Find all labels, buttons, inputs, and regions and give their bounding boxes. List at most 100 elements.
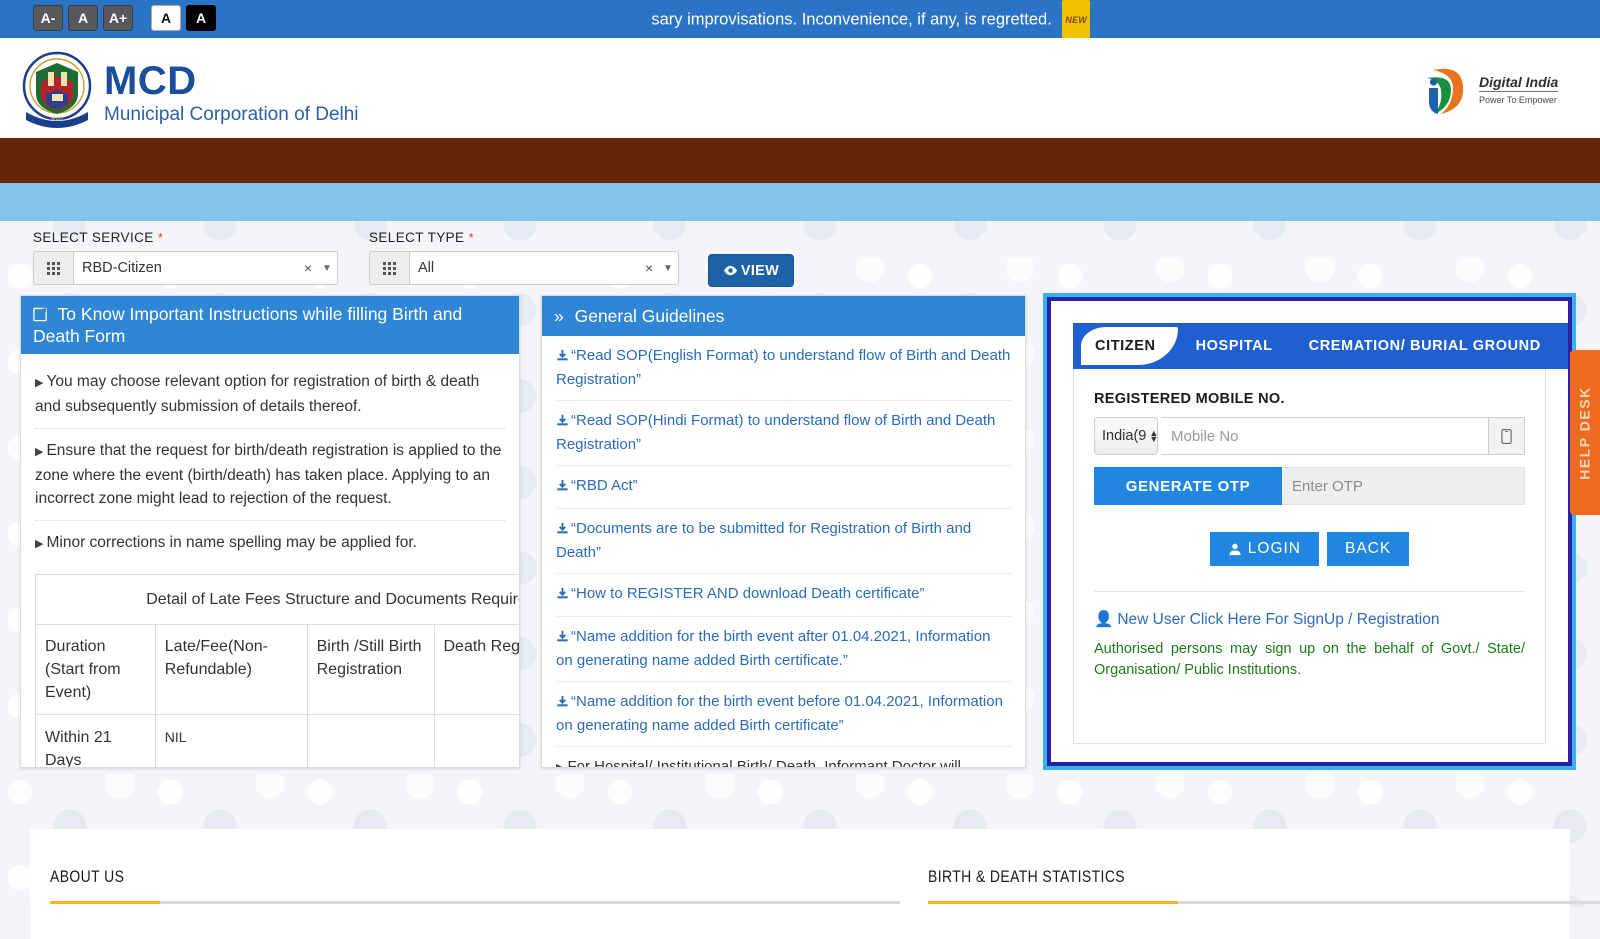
- otp-row: GENERATE OTP Enter OTP: [1094, 467, 1525, 505]
- back-button-label: BACK: [1345, 540, 1392, 557]
- table-header-cell: Duration (Start from Event): [35, 624, 156, 715]
- tab-hospital[interactable]: HOSPITAL: [1178, 323, 1291, 369]
- birth-death-statistics-title: BIRTH & DEATH STATISTICS: [928, 867, 1126, 886]
- mobile-label: REGISTERED MOBILE NO.: [1094, 391, 1285, 407]
- note-icon: [33, 307, 47, 322]
- authorised-note: Authorised persons may sign up on the be…: [1094, 641, 1525, 678]
- select-type-group: SELECT TYPE * All × ▼: [369, 230, 679, 285]
- site-title: MCD: [104, 59, 197, 103]
- login-form: REGISTERED MOBILE NO. India(9 ▲ ▼ Mobile …: [1073, 369, 1546, 744]
- required-asterisk: *: [468, 230, 475, 245]
- guideline-link-item[interactable]: “Name addition for the birth event befor…: [556, 682, 1011, 747]
- download-icon: [556, 412, 569, 434]
- clear-service-icon[interactable]: ×: [299, 252, 317, 284]
- guideline-link-item[interactable]: “How to REGISTER AND download Death cert…: [556, 574, 1011, 617]
- guideline-link-item[interactable]: “Documents are to be submitted for Regis…: [556, 509, 1011, 574]
- instruction-text: You may choose relevant option for regis…: [35, 373, 480, 415]
- select-type-label-text: SELECT TYPE: [369, 230, 465, 245]
- font-decrease-button[interactable]: A-: [33, 5, 63, 31]
- table-row: Within 21 Days NIL: [35, 714, 519, 767]
- grid-icon: [370, 252, 410, 284]
- select-service-label: SELECT SERVICE *: [33, 230, 338, 245]
- clear-type-icon[interactable]: ×: [640, 252, 658, 284]
- guideline-link-text: “Read SOP(English Format) to understand …: [556, 347, 1011, 388]
- instruction-item: ▶ Ensure that the request for birth/death…: [35, 429, 505, 521]
- table-header-cell: Death Registration: [433, 624, 519, 715]
- secondary-bar: [0, 183, 1600, 221]
- table-caption-row: Detail of Late Fees Structure and Docume…: [35, 574, 519, 625]
- table-header-row: Duration (Start from Event) Late/Fee(Non…: [35, 624, 519, 715]
- bullet-caret-icon: ▶: [35, 446, 44, 458]
- guideline-link-item[interactable]: “Read SOP(Hindi Format) to understand fl…: [556, 401, 1011, 466]
- tab-cremation-burial-ground[interactable]: CREMATION/ BURIAL GROUND: [1291, 323, 1559, 369]
- marquee-text: sary improvisations. Inconvenience, if a…: [651, 10, 1052, 29]
- instructions-body: ▶ You may choose relevant option for regi…: [21, 354, 519, 767]
- otp-input[interactable]: Enter OTP: [1282, 467, 1525, 505]
- help-desk-label: HELP DESK: [1577, 385, 1593, 480]
- signup-link-text: New User Click Here For SignUp / Registr…: [1117, 611, 1440, 628]
- required-asterisk: *: [157, 230, 164, 245]
- late-fee-table-caption: Detail of Late Fees Structure and Docume…: [35, 574, 519, 625]
- guideline-link-item[interactable]: “RBD Act”: [556, 466, 1011, 509]
- mcd-emblem-icon: MCD: [18, 50, 96, 128]
- font-size-controls: A- A A+ A A: [33, 5, 216, 31]
- guidelines-heading: General Guidelines: [574, 306, 725, 326]
- instructions-panel-header: To Know Important Instructions while fil…: [21, 296, 519, 354]
- font-increase-button[interactable]: A+: [103, 5, 133, 31]
- select-service-label-text: SELECT SERVICE: [33, 230, 154, 245]
- digital-india-title: Digital India: [1479, 74, 1559, 92]
- login-panel-inner: CITIZEN HOSPITAL CREMATION/ BURIAL GROUN…: [1051, 301, 1568, 762]
- navigation-bar: [0, 138, 1600, 183]
- download-icon: [556, 693, 569, 715]
- signup-link[interactable]: 👤 New User Click Here For SignUp / Regist…: [1094, 610, 1525, 629]
- user-icon: [1229, 543, 1241, 556]
- download-icon: [556, 628, 569, 650]
- table-cell: NIL: [154, 714, 308, 767]
- login-actions: LOGIN BACK: [1094, 532, 1525, 566]
- title-underline: [928, 901, 1600, 904]
- guideline-link-text: “Documents are to be submitted for Regis…: [556, 520, 972, 561]
- announcement-marquee: sary improvisations. Inconvenience, if a…: [330, 0, 1090, 38]
- select-service-input[interactable]: RBD-Citizen × ▼: [33, 251, 338, 285]
- footer-section: ABOUT US BIRTH & DEATH STATISTICS: [30, 829, 1600, 939]
- generate-otp-button[interactable]: GENERATE OTP: [1094, 467, 1282, 505]
- help-desk-tab[interactable]: HELP DESK: [1570, 350, 1600, 515]
- stepper-icon[interactable]: ▲ ▼: [1149, 429, 1158, 444]
- instructions-panel: To Know Important Instructions while fil…: [20, 295, 520, 768]
- site-title-block: MCD Municipal Corporation of Delhi: [104, 60, 359, 128]
- chevron-down-icon[interactable]: ▼: [658, 252, 678, 284]
- about-us-title: ABOUT US: [50, 867, 125, 886]
- digital-india-mark-icon: [1427, 68, 1464, 114]
- svg-text:MCD: MCD: [51, 116, 63, 122]
- bullet-caret-icon: ▶: [556, 762, 565, 768]
- mobile-phone-icon: [1489, 417, 1525, 455]
- service-selector-row: SELECT SERVICE * RBD-Citizen × ▼ SELECT …: [0, 228, 1600, 294]
- theme-dark-button[interactable]: A: [186, 5, 216, 31]
- new-badge: NEW: [1062, 0, 1090, 38]
- guideline-link-text: “Name addition for the birth event after…: [556, 628, 991, 669]
- guideline-link-item[interactable]: “Name addition for the birth event after…: [556, 617, 1011, 682]
- guidelines-body: “Read SOP(English Format) to understand …: [542, 336, 1025, 768]
- eye-icon: [723, 265, 737, 276]
- font-normal-button[interactable]: A: [68, 5, 98, 31]
- bullet-caret-icon: ▶: [35, 538, 44, 550]
- guideline-link-item[interactable]: “Read SOP(English Format) to understand …: [556, 336, 1011, 401]
- instructions-heading: To Know Important Instructions while fil…: [33, 304, 463, 346]
- instruction-text: Minor corrections in name spelling may b…: [46, 534, 417, 551]
- country-code-select[interactable]: India(9 ▲ ▼: [1094, 417, 1158, 455]
- view-button[interactable]: VIEW: [708, 254, 794, 287]
- download-icon: [556, 520, 569, 542]
- tab-citizen[interactable]: CITIZEN: [1081, 327, 1178, 365]
- select-type-value: All: [418, 260, 435, 276]
- table-cell: Within 21 Days: [35, 714, 156, 767]
- login-button[interactable]: LOGIN: [1209, 532, 1319, 566]
- back-button[interactable]: BACK: [1327, 532, 1410, 566]
- guidelines-panel-header: » General Guidelines: [542, 296, 1025, 336]
- mobile-input[interactable]: Mobile No: [1161, 417, 1489, 455]
- otp-placeholder: Enter OTP: [1292, 477, 1363, 495]
- chevron-down-icon[interactable]: ▼: [317, 252, 337, 284]
- theme-light-button[interactable]: A: [151, 5, 181, 31]
- footer-about-column: ABOUT US: [50, 867, 900, 904]
- select-type-label: SELECT TYPE *: [369, 230, 679, 245]
- select-type-input[interactable]: All × ▼: [369, 251, 679, 285]
